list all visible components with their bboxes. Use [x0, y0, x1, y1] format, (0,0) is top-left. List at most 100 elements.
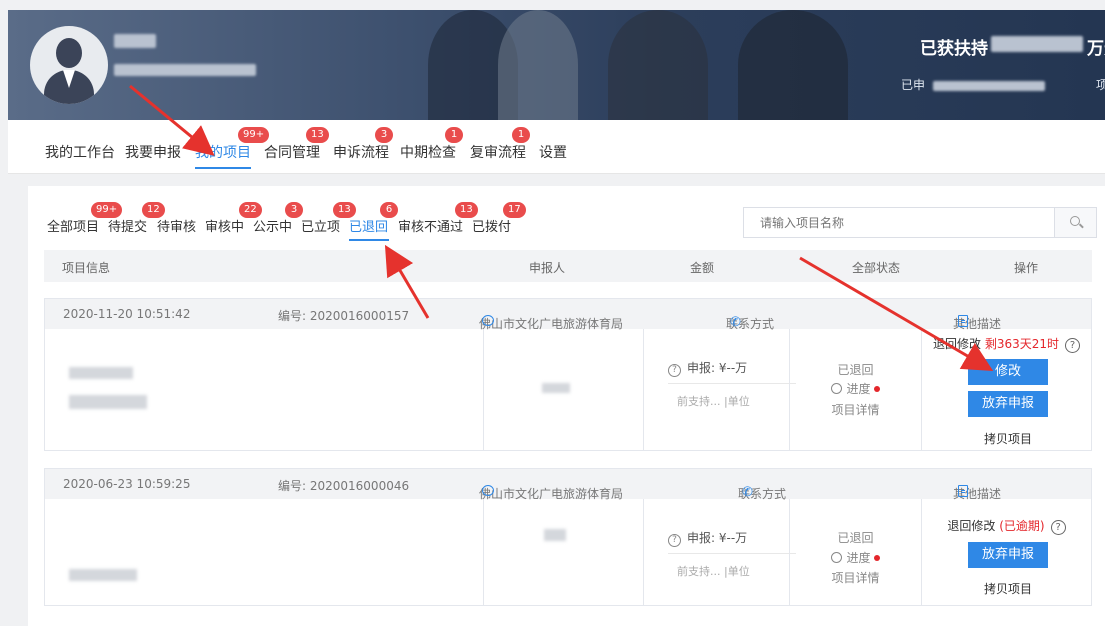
applied-redacted: [933, 81, 1045, 91]
status-cell: 已退回 进度 项目详情: [789, 329, 921, 450]
remaining-time: 剩363天21时: [984, 337, 1060, 351]
avatar[interactable]: [30, 26, 108, 104]
table-row: 2020-11-20 10:51:42 编号: 2020016000157 佛山…: [44, 298, 1092, 451]
phone-icon: ✆: [742, 485, 753, 500]
col-info: 项目信息: [62, 261, 111, 275]
tab-badge: 6: [380, 202, 398, 218]
amount-cell: ? 申报: ¥--万 前支持... |单位: [643, 499, 796, 605]
project-list-card: 全部项目 99+ 待提交 12 待审核 审核中 22 公示中 3 已立项 13 …: [28, 186, 1105, 626]
detail-link[interactable]: 项目详情: [790, 401, 921, 418]
supported-label: 已获扶持: [920, 39, 988, 59]
alert-dot: [873, 386, 880, 392]
nav-badge: 1: [445, 127, 463, 143]
main-nav: 我的工作台 我要申报 我的项目 99+ 合同管理 13 申诉流程 3 中期检查 …: [8, 120, 1105, 174]
tab-pending-review[interactable]: 待审核: [157, 216, 196, 235]
nav-badge: 3: [375, 127, 393, 143]
detail-link[interactable]: 项目详情: [790, 569, 921, 586]
status-text: 已退回: [837, 363, 874, 377]
tab-rejected[interactable]: 审核不通过: [398, 216, 463, 235]
tab-approved[interactable]: 已立项: [301, 216, 340, 235]
col-amount: 金额: [690, 261, 715, 275]
search-input[interactable]: [744, 208, 1054, 237]
help-icon[interactable]: ?: [1065, 338, 1081, 353]
col-ops: 操作: [1014, 261, 1039, 275]
nav-midterm[interactable]: 中期检查: [400, 142, 456, 162]
org-redacted: [114, 64, 256, 76]
abandon-button[interactable]: 放弃申报: [968, 542, 1048, 568]
abandon-button[interactable]: 放弃申报: [968, 391, 1048, 417]
col-status[interactable]: 全部状态: [852, 259, 900, 276]
status-text: 已退回: [837, 531, 874, 545]
applicant-redacted: [542, 383, 570, 393]
help-icon[interactable]: ?: [668, 534, 681, 547]
support-amount: 前支持... |单位: [677, 395, 750, 408]
tab-reviewing[interactable]: 审核中: [205, 216, 244, 235]
tab-all[interactable]: 全部项目: [47, 216, 99, 235]
ops-cell: 退回修改 (已逾期)? 放弃申报 拷贝项目: [921, 499, 1091, 605]
chat-icon[interactable]: [482, 315, 494, 326]
nav-workbench[interactable]: 我的工作台: [45, 142, 115, 162]
profile-banner: 已获扶持 万元 已申 项: [8, 10, 1105, 120]
tab-active-indicator: [349, 239, 389, 241]
nav-badge: 13: [306, 127, 329, 143]
clock-icon: [831, 383, 843, 394]
banner-photo: [498, 10, 578, 120]
status-cell: 已退回 进度 项目详情: [789, 499, 921, 605]
tab-disbursed[interactable]: 已拨付: [472, 216, 511, 235]
amount-cell: ? 申报: ¥--万 前支持... |单位: [643, 329, 796, 450]
nav-review[interactable]: 复审流程: [470, 142, 526, 162]
tab-publicizing[interactable]: 公示中: [253, 216, 292, 235]
info-cell: [45, 499, 483, 605]
table-header: 项目信息 申报人 金额 全部状态 操作: [44, 250, 1092, 282]
ops-cell: 退回修改 剩363天21时? 修改 放弃申报 拷贝项目: [921, 329, 1091, 450]
nav-apply[interactable]: 我要申报: [125, 142, 181, 162]
project-suffix: 项: [1096, 78, 1105, 92]
phone-icon: ✆: [730, 315, 741, 330]
help-icon[interactable]: ?: [668, 364, 681, 377]
copy-project-link[interactable]: 拷贝项目: [984, 580, 1032, 597]
nav-contracts[interactable]: 合同管理: [264, 142, 320, 162]
project-name-redacted: [69, 569, 137, 581]
search-button[interactable]: [1054, 208, 1096, 237]
return-modify: 退回修改 (已逾期)?: [922, 517, 1091, 535]
copy-project-link[interactable]: 拷贝项目: [984, 430, 1032, 447]
supported-amount-redacted: [991, 36, 1083, 52]
help-icon[interactable]: ?: [1050, 520, 1066, 535]
alert-dot: [873, 555, 880, 561]
supported-unit: 万元: [1087, 39, 1105, 59]
banner-photo: [608, 10, 708, 120]
project-search: [743, 207, 1097, 238]
info-cell: [45, 329, 483, 450]
row-number: 编号: 2020016000157: [278, 309, 410, 323]
return-modify: 退回修改 剩363天21时?: [922, 335, 1091, 353]
row-number: 编号: 2020016000046: [278, 479, 410, 493]
progress-link[interactable]: 进度: [790, 549, 921, 566]
nav-appeal[interactable]: 申诉流程: [333, 142, 389, 162]
overdue-note: (已逾期): [999, 519, 1045, 533]
applicant-cell: [483, 499, 643, 605]
project-name-redacted: [69, 367, 133, 379]
document-icon: [958, 315, 968, 327]
chat-icon[interactable]: [482, 485, 494, 496]
row-date: 2020-11-20 10:51:42: [63, 307, 191, 321]
edit-button[interactable]: 修改: [968, 359, 1048, 385]
col-applicant: 申报人: [529, 261, 566, 275]
nav-settings[interactable]: 设置: [539, 142, 567, 162]
applicant-redacted: [544, 529, 566, 541]
tab-pending-submit[interactable]: 待提交: [108, 216, 147, 235]
row-date: 2020-06-23 10:59:25: [63, 477, 191, 491]
nav-badge: 1: [512, 127, 530, 143]
table-row: 2020-06-23 10:59:25 编号: 2020016000046 佛山…: [44, 468, 1092, 606]
banner-photo: [738, 10, 848, 120]
applicant-cell: [483, 329, 643, 450]
support-amount: 前支持... |单位: [677, 565, 750, 578]
username-redacted: [114, 34, 156, 48]
tab-returned[interactable]: 已退回: [349, 216, 388, 235]
applied-count: 已申: [901, 78, 926, 92]
row-header: 2020-06-23 10:59:25 编号: 2020016000046 佛山…: [45, 469, 1091, 501]
nav-active-indicator: [195, 167, 251, 169]
nav-my-projects[interactable]: 我的项目: [195, 142, 251, 162]
progress-link[interactable]: 进度: [790, 380, 921, 397]
declared-amount: ? 申报: ¥--万: [668, 359, 747, 377]
declared-amount: ? 申报: ¥--万: [668, 529, 747, 547]
